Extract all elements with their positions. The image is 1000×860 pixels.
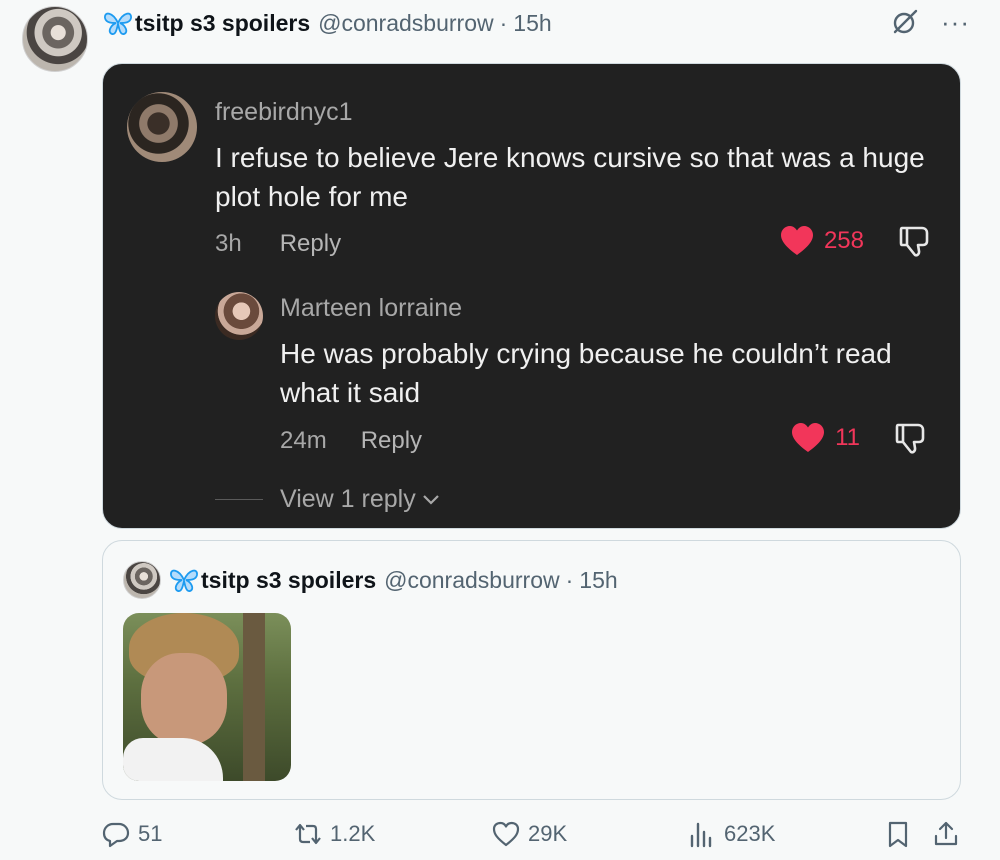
embedded-screenshot[interactable]: freebirdnyc1 I refuse to believe Jere kn… [102, 63, 961, 529]
like-button[interactable]: 29K [492, 820, 567, 848]
author-handle[interactable]: @conradsburrow [318, 10, 493, 37]
view-count: 623K [724, 821, 776, 846]
views-button[interactable]: 623K [688, 820, 775, 848]
quoted-author-avatar [123, 561, 161, 599]
quoted-post-photo[interactable] [123, 613, 291, 781]
quoted-post-time: 15h [579, 566, 618, 593]
butterfly-icon [170, 569, 198, 592]
reply-meta: 24m Reply [280, 427, 422, 455]
view-replies: View 1 reply [280, 485, 440, 514]
commenter-avatar [127, 92, 197, 162]
replier-avatar [215, 292, 263, 340]
dislike-icon [895, 423, 925, 454]
comment-likes: 258 [780, 224, 930, 258]
separator: · [499, 9, 508, 36]
comment-reply-link: Reply [279, 230, 342, 257]
repost-icon [295, 823, 321, 845]
like-count: 29K [528, 821, 568, 846]
reply-time: 24m [280, 427, 327, 454]
reply-button[interactable]: 51 [102, 820, 162, 848]
view-replies-label: View 1 reply [280, 485, 416, 513]
reply-icon [102, 822, 130, 848]
repost-count: 1.2K [330, 821, 376, 846]
dislike-icon [899, 226, 929, 257]
quoted-post[interactable]: tsitp s3 spoilers @conradsburrow · 15h [102, 540, 961, 800]
repost-button[interactable]: 1.2K [294, 820, 375, 848]
replier-username: Marteen lorraine [280, 294, 463, 322]
bookmark-button[interactable] [884, 820, 912, 848]
commenter-username: freebirdnyc1 [215, 98, 353, 126]
heart-filled-icon [792, 423, 825, 452]
comment-text: I refuse to believe Jere knows cursive s… [215, 142, 925, 212]
author-avatar[interactable] [22, 6, 88, 72]
comment-like-count: 258 [823, 227, 864, 254]
chevron-down-icon [422, 494, 439, 505]
post-time[interactable]: 15h [513, 10, 551, 37]
reply-reply-link: Reply [360, 427, 423, 454]
quoted-post-header: tsitp s3 spoilers @conradsburrow · 15h [123, 561, 618, 599]
butterfly-icon [104, 12, 132, 35]
heart-filled-icon [780, 226, 813, 255]
separator: · [565, 566, 574, 593]
grok-icon[interactable] [891, 8, 919, 36]
reply-like-count: 11 [835, 424, 860, 451]
share-icon [934, 821, 958, 846]
views-icon [690, 822, 712, 848]
thread-divider [215, 499, 263, 500]
author-name[interactable]: tsitp s3 spoilers [135, 10, 310, 37]
comment-time: 3h [215, 230, 242, 257]
reply-likes: 11 [791, 421, 926, 455]
reply-count: 51 [138, 821, 163, 846]
reply-text: He was probably crying because he couldn… [280, 338, 892, 408]
comment-meta: 3h Reply [215, 230, 341, 258]
quoted-author-handle: @conradsburrow [384, 566, 560, 593]
post-actions: 51 1.2K 29K 623K [102, 820, 968, 856]
quoted-author-name: tsitp s3 spoilers [201, 566, 377, 593]
heart-icon [492, 821, 520, 847]
bookmark-icon [888, 821, 908, 848]
share-button[interactable] [932, 820, 960, 848]
post-header: tsitp s3 spoilers @conradsburrow · 15h ·… [103, 8, 970, 38]
more-options-icon[interactable]: ··· [941, 9, 970, 35]
